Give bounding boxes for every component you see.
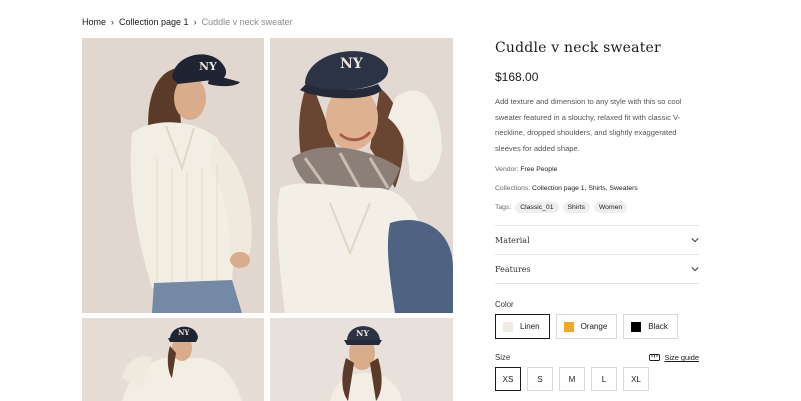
svg-text:NY: NY bbox=[340, 56, 364, 72]
size-options: XS S M L XL bbox=[495, 367, 700, 392]
size-option-xl[interactable]: XL bbox=[623, 367, 649, 392]
size-option-l[interactable]: L bbox=[591, 367, 617, 392]
color-option-orange[interactable]: Orange bbox=[555, 314, 618, 340]
breadcrumb-collection[interactable]: Collection page 1 bbox=[119, 17, 189, 27]
breadcrumb-home[interactable]: Home bbox=[82, 17, 106, 27]
vendor-label: Vendor: bbox=[495, 166, 519, 174]
chevron-down-icon bbox=[691, 238, 699, 243]
accordion-features-label: Features bbox=[495, 264, 531, 274]
color-option-linen[interactable]: Linen bbox=[495, 314, 550, 340]
vendor-value[interactable]: Free People bbox=[520, 166, 557, 173]
breadcrumb-current: Cuddle v neck sweater bbox=[201, 17, 293, 27]
swatch-linen bbox=[503, 321, 513, 332]
tags-label: Tags: bbox=[495, 204, 512, 212]
size-guide-label: Size guide bbox=[664, 353, 699, 363]
product-image-3[interactable]: NY bbox=[82, 318, 264, 401]
accordion-material[interactable]: Material bbox=[495, 226, 699, 256]
size-option-s[interactable]: S bbox=[527, 367, 553, 392]
size-option-xs[interactable]: XS bbox=[495, 367, 521, 392]
tag-shirts[interactable]: Shirts bbox=[562, 202, 590, 214]
chevron-right-icon: › bbox=[193, 17, 197, 27]
color-option-black[interactable]: Black bbox=[623, 314, 678, 340]
tag-women[interactable]: Women bbox=[593, 202, 628, 214]
size-option-m[interactable]: M bbox=[559, 367, 585, 392]
chevron-right-icon: › bbox=[111, 17, 115, 27]
svg-text:NY: NY bbox=[199, 60, 217, 73]
product-title: Cuddle v neck sweater bbox=[495, 40, 661, 56]
color-name: Linen bbox=[520, 322, 540, 332]
product-image-1[interactable]: NY bbox=[82, 38, 264, 313]
size-label: Size bbox=[495, 353, 511, 363]
chevron-down-icon bbox=[691, 267, 699, 272]
product-info: Cuddle v neck sweater $168.00 Add textur… bbox=[495, 38, 700, 392]
accordion-features[interactable]: Features bbox=[495, 255, 699, 285]
ruler-icon bbox=[649, 354, 661, 362]
collections-line: Collections: Collection page 1, Shirts, … bbox=[495, 185, 700, 192]
breadcrumb: Home › Collection page 1 › Cuddle v neck… bbox=[82, 17, 293, 27]
size-row-header: Size Size guide bbox=[495, 353, 699, 362]
product-gallery: NY NY NY NY bbox=[82, 38, 453, 401]
product-description: Add texture and dimension to any style w… bbox=[495, 97, 682, 153]
product-image-4[interactable]: NY bbox=[270, 318, 453, 401]
color-label: Color bbox=[495, 300, 514, 310]
product-image-2[interactable]: NY bbox=[270, 38, 453, 313]
tags-line: Tags: Classic_01 Shirts Women bbox=[495, 202, 700, 214]
swatch-black bbox=[631, 321, 642, 332]
color-options: Linen Orange Black bbox=[495, 314, 700, 340]
accordion-material-label: Material bbox=[495, 235, 530, 245]
product-accordion: Material Features bbox=[495, 225, 699, 285]
collections-value[interactable]: Collection page 1, Shirts, Sweaters bbox=[532, 185, 638, 192]
color-name: Black bbox=[648, 322, 668, 332]
collections-label: Collections: bbox=[495, 185, 531, 193]
size-guide-link[interactable]: Size guide bbox=[649, 353, 699, 362]
product-price: $168.00 bbox=[495, 70, 539, 84]
color-name: Orange bbox=[580, 322, 608, 332]
tag-classic[interactable]: Classic_01 bbox=[515, 202, 559, 214]
svg-text:NY: NY bbox=[356, 328, 369, 338]
svg-text:NY: NY bbox=[178, 328, 190, 337]
vendor-line: Vendor: Free People bbox=[495, 166, 700, 173]
swatch-orange bbox=[563, 321, 574, 332]
